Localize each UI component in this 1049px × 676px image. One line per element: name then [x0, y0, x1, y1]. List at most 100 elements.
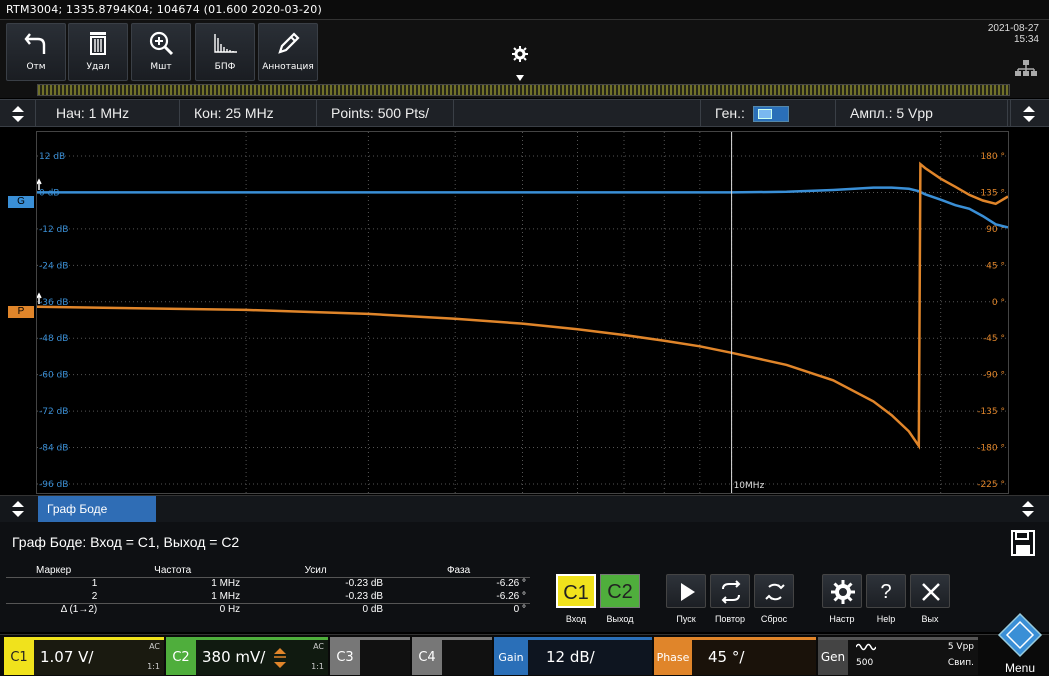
gain-tick-label: 12 dB [39, 152, 65, 162]
chevron-down-icon [516, 75, 524, 81]
gain-reference-marker[interactable]: G [8, 196, 34, 208]
table-row: Δ (1→2) 0 Hz 0 dB 0 ° [6, 602, 530, 616]
gain-trace [37, 186, 1008, 229]
phase-scale-status[interactable]: Phase 45 °/ [654, 637, 816, 675]
gain-scale-label: Gain [494, 640, 528, 675]
exit-button[interactable] [910, 574, 950, 608]
bode-info-title: Граф Боде: Вход = C1, Выход = C2 [12, 534, 240, 550]
bode-plot[interactable]: 12 dB 0 dB -12 dB -24 dB -36 dB -48 dB -60 dB -… [36, 131, 1009, 494]
setup-label: Настр [829, 614, 855, 624]
phase-scale-label: Phase [654, 640, 692, 675]
zoom-button[interactable]: Мшт [131, 23, 191, 81]
generator-switch[interactable] [752, 106, 789, 123]
generator-points: 500 [856, 658, 874, 668]
toolbar: Отм Удал Мшт БПФ Аннотация 2021-08-27 15… [0, 20, 1049, 98]
mode-bar: Граф Боде [0, 495, 1049, 522]
channel-3-label: C3 [330, 640, 360, 675]
bode-chart: 12 dB0 dB-12 dB-24 dB-36 dB-48 dB-60 dB-… [37, 132, 1008, 493]
bode-mode-tab[interactable]: Граф Боде [38, 496, 156, 522]
channel-3-status[interactable]: C3 [330, 637, 410, 675]
undo-button[interactable]: Отм [6, 23, 66, 81]
gain-tick-label: -24 dB [39, 261, 68, 271]
gear-icon [512, 46, 528, 62]
channel-4-status[interactable]: C4 [412, 637, 492, 675]
channel-1-status[interactable]: C1 1.07 V/ AC 1:1 [4, 637, 164, 675]
settings-bar-scroll-button-right[interactable] [1010, 100, 1046, 127]
network-icon [1015, 60, 1037, 76]
output-channel-button[interactable]: C2 [600, 574, 640, 608]
gain-tick-label: -84 dB [39, 444, 68, 454]
phase-header: Фаза [387, 564, 530, 578]
start-frequency[interactable]: Нач: 1 MHz [42, 100, 180, 127]
repeat-icon [721, 580, 741, 604]
generator-toggle[interactable]: Ген.: [700, 100, 836, 127]
channel-1-label: C1 [4, 640, 34, 675]
output-label: Выход [606, 614, 634, 624]
marker-table-header: Маркер Частота Усил Фаза [6, 564, 530, 578]
generator-switch-knob [757, 109, 772, 120]
mode-scroll-button-right[interactable] [1010, 496, 1046, 522]
frequency-marker-label: 10MHz [734, 481, 765, 491]
generator-label: Gen [818, 640, 848, 675]
run-button[interactable] [666, 574, 706, 608]
up-down-arrow-icon [1022, 106, 1035, 122]
frequency-header: Частота [101, 564, 245, 578]
stop-frequency[interactable]: Кон: 25 MHz [180, 100, 317, 127]
gain-axis-ticks: 12 dB0 dB-12 dB-24 dB-36 dB-48 dB-60 dB-… [39, 152, 68, 490]
help-label: Help [876, 614, 896, 624]
channel-1-scale: 1.07 V/ [40, 648, 94, 666]
plot-grid [37, 132, 1008, 493]
undo-icon [24, 33, 46, 54]
up-down-arrow-icon [12, 501, 24, 517]
datetime: 2021-08-27 15:34 [987, 23, 1039, 45]
trash-icon [90, 32, 106, 55]
amplitude-setting[interactable]: Ампл.: 5 Vpp [836, 100, 1008, 127]
record-overview-bar[interactable] [37, 84, 1010, 96]
gain-tick-label: -72 dB [39, 407, 68, 417]
table-row: 2 1 MHz -0.23 dB -6.26 ° [91, 590, 526, 602]
repeat-label: Повтор [714, 614, 746, 624]
gain-scale-status[interactable]: Gain 12 dB/ [494, 637, 652, 675]
phase-reference-marker[interactable]: P [8, 306, 34, 318]
input-channel-button[interactable]: C1 [556, 574, 596, 608]
setup-button[interactable] [822, 574, 862, 608]
annotation-button[interactable]: Аннотация [258, 23, 318, 81]
sine-wave-icon [856, 643, 876, 651]
phase-tick-label: 0 ° [992, 298, 1005, 308]
mode-scroll-button[interactable] [0, 496, 36, 522]
run-label: Пуск [676, 614, 696, 624]
channel-2-scale: 380 mV/ [202, 648, 266, 666]
generator-status[interactable]: Gen 500 5 Vpp Свип. [818, 637, 978, 675]
phase-tick-label: 180 ° [980, 152, 1005, 162]
fft-button[interactable]: БПФ [195, 23, 255, 81]
channel-2-label: C2 [166, 640, 196, 675]
reset-button[interactable] [754, 574, 794, 608]
points-setting[interactable]: Points: 500 Pts/ [317, 100, 454, 127]
gain-scale-value: 12 dB/ [546, 648, 595, 666]
input-label: Вход [565, 614, 587, 624]
marker-header: Маркер [6, 564, 102, 578]
channel-2-status[interactable]: C2 380 mV/ AC 1:1 [166, 637, 328, 675]
menu-button[interactable]: Menu [995, 612, 1045, 675]
marker-table: Маркер Частота Усил Фаза 1 1 MHz -0.23 d… [6, 564, 530, 616]
gear-icon [831, 580, 855, 604]
repeat-button[interactable] [710, 574, 750, 608]
phase-tick-label: -180 ° [977, 444, 1005, 454]
save-icon[interactable] [1011, 530, 1035, 556]
phase-tick-label: -45 ° [983, 334, 1005, 344]
gain-tick-label: -96 dB [39, 480, 68, 490]
settings-bar: Нач: 1 MHz Кон: 25 MHz Points: 500 Pts/ … [0, 99, 1049, 127]
oscilloscope-screen: RTM3004; 1335.8794K04; 104674 (01.600 20… [0, 0, 1049, 676]
rs-logo-icon [997, 612, 1043, 658]
scale-arrows-icon [274, 648, 286, 668]
fft-icon [214, 34, 237, 53]
gain-header: Усил [244, 564, 388, 578]
up-down-arrow-icon [1022, 501, 1034, 517]
reset-icon [765, 583, 785, 601]
exit-label: Вых [921, 614, 939, 624]
channel-status-bar: C1 1.07 V/ AC 1:1 C2 380 mV/ AC 1:1 C3 C… [0, 634, 1049, 676]
delete-button[interactable]: Удал [68, 23, 128, 81]
settings-bar-scroll-button[interactable] [0, 100, 36, 127]
help-button[interactable]: ? [866, 574, 906, 608]
close-icon [922, 583, 940, 601]
